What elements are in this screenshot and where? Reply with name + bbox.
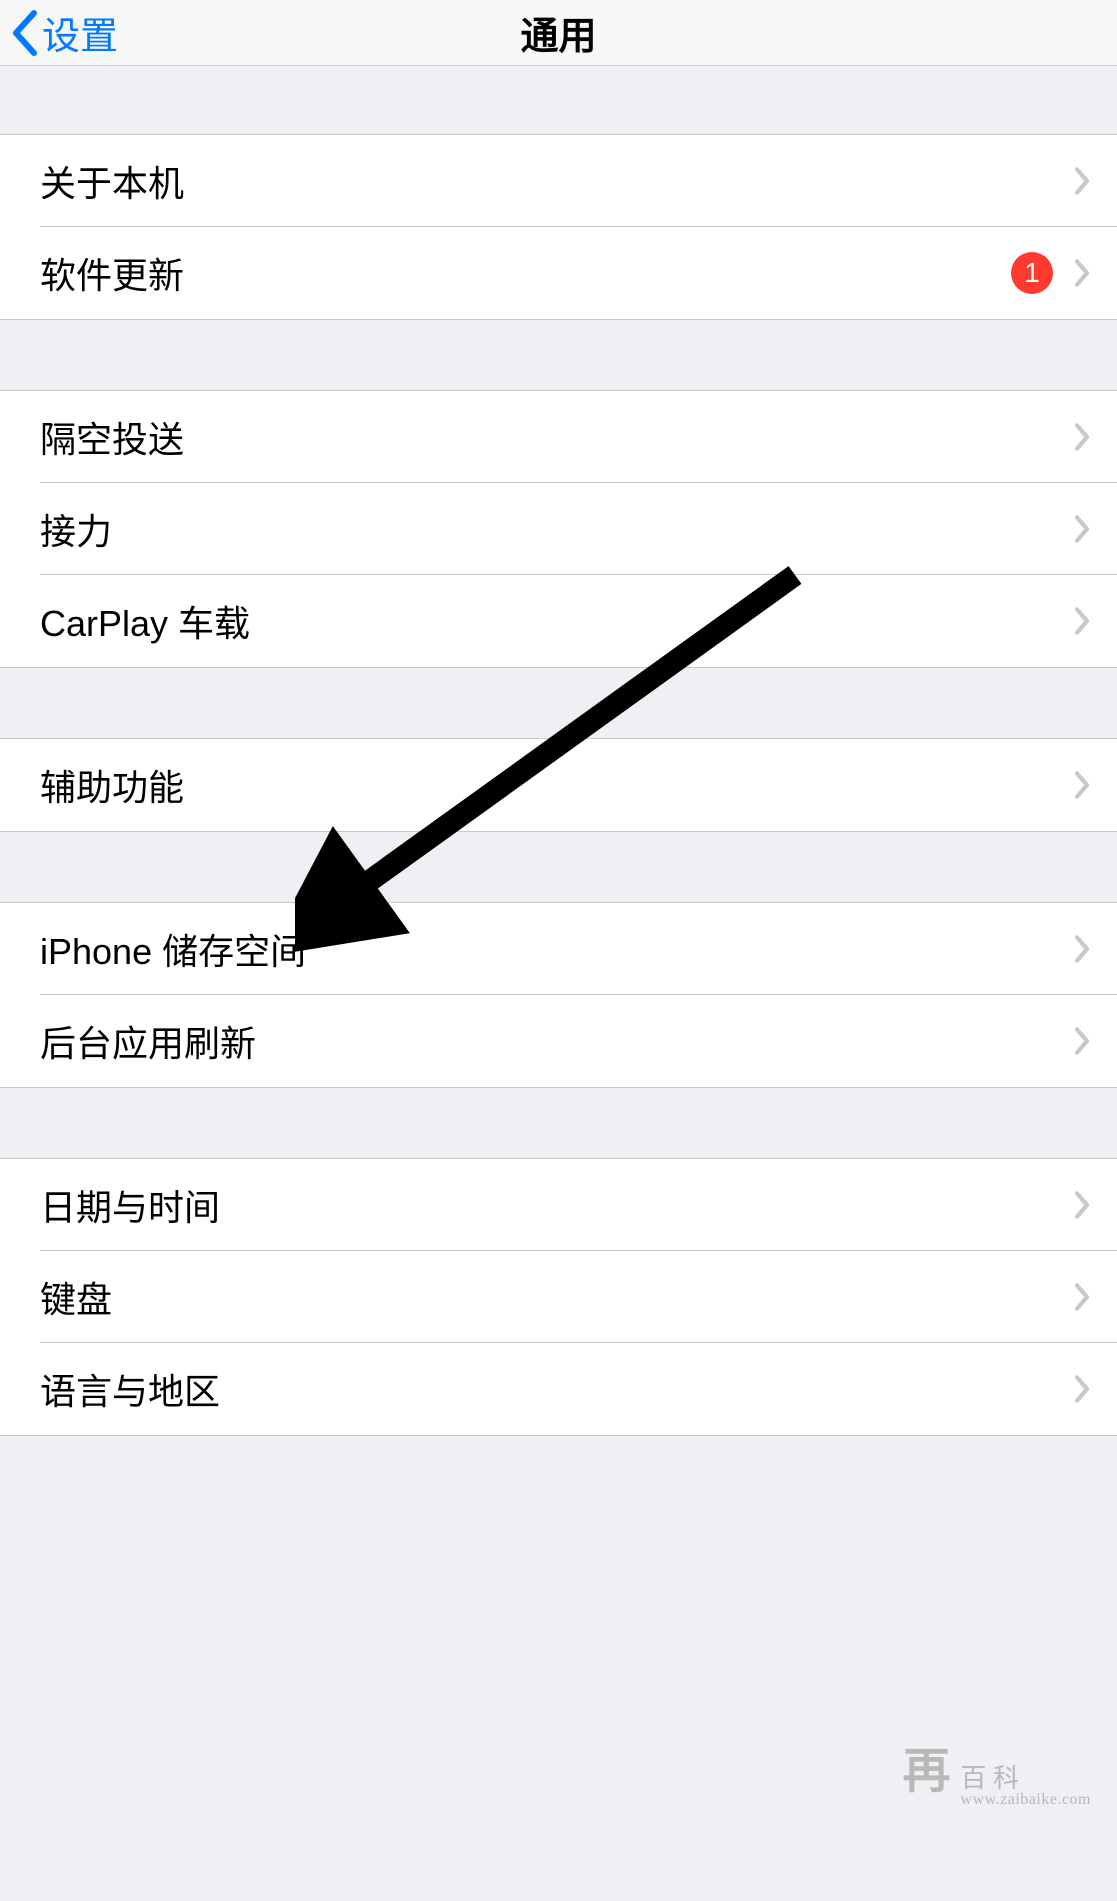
chevron-right-icon xyxy=(1073,514,1091,544)
chevron-right-icon xyxy=(1073,606,1091,636)
chevron-right-icon xyxy=(1073,1190,1091,1220)
watermark-url: www.zaibaike.com xyxy=(961,1791,1091,1809)
row-label: 软件更新 xyxy=(40,247,184,299)
chevron-right-icon xyxy=(1073,258,1091,288)
chevron-right-icon xyxy=(1073,1282,1091,1312)
notification-badge: 1 xyxy=(1011,252,1053,294)
watermark-text: 百 科 xyxy=(961,1764,1020,1793)
row-label: iPhone 储存空间 xyxy=(40,923,306,975)
chevron-right-icon xyxy=(1073,422,1091,452)
settings-group-5: 日期与时间 键盘 语言与地区 xyxy=(0,1158,1117,1436)
watermark: 再 百 科 www.zaibaike.com xyxy=(903,1731,1091,1809)
chevron-right-icon xyxy=(1073,770,1091,800)
page-title: 通用 xyxy=(520,5,596,60)
row-label: 语言与地区 xyxy=(40,1363,220,1415)
row-background-refresh[interactable]: 后台应用刷新 xyxy=(0,995,1117,1087)
row-label: 后台应用刷新 xyxy=(40,1015,256,1067)
back-label: 设置 xyxy=(42,5,118,60)
row-about[interactable]: 关于本机 xyxy=(0,135,1117,227)
watermark-char: 再 xyxy=(903,1731,951,1801)
chevron-right-icon xyxy=(1073,166,1091,196)
settings-group-3: 辅助功能 xyxy=(0,738,1117,832)
row-handoff[interactable]: 接力 xyxy=(0,483,1117,575)
row-keyboard[interactable]: 键盘 xyxy=(0,1251,1117,1343)
chevron-right-icon xyxy=(1073,934,1091,964)
back-button[interactable]: 设置 xyxy=(10,0,118,65)
chevron-right-icon xyxy=(1073,1026,1091,1056)
row-label: CarPlay 车载 xyxy=(40,595,250,647)
settings-group-2: 隔空投送 接力 CarPlay 车载 xyxy=(0,390,1117,668)
row-label: 关于本机 xyxy=(40,155,184,207)
row-language-region[interactable]: 语言与地区 xyxy=(0,1343,1117,1435)
navigation-bar: 设置 通用 xyxy=(0,0,1117,66)
settings-group-4: iPhone 储存空间 后台应用刷新 xyxy=(0,902,1117,1088)
settings-group-1: 关于本机 软件更新 1 xyxy=(0,134,1117,320)
row-software-update[interactable]: 软件更新 1 xyxy=(0,227,1117,319)
row-iphone-storage[interactable]: iPhone 储存空间 xyxy=(0,903,1117,995)
row-label: 隔空投送 xyxy=(40,411,184,463)
row-carplay[interactable]: CarPlay 车载 xyxy=(0,575,1117,667)
row-label: 辅助功能 xyxy=(40,759,184,811)
row-date-time[interactable]: 日期与时间 xyxy=(0,1159,1117,1251)
chevron-right-icon xyxy=(1073,1374,1091,1404)
row-label: 键盘 xyxy=(40,1271,112,1323)
row-accessibility[interactable]: 辅助功能 xyxy=(0,739,1117,831)
row-label: 日期与时间 xyxy=(40,1179,220,1231)
row-airdrop[interactable]: 隔空投送 xyxy=(0,391,1117,483)
row-label: 接力 xyxy=(40,503,112,555)
chevron-left-icon xyxy=(10,9,38,57)
